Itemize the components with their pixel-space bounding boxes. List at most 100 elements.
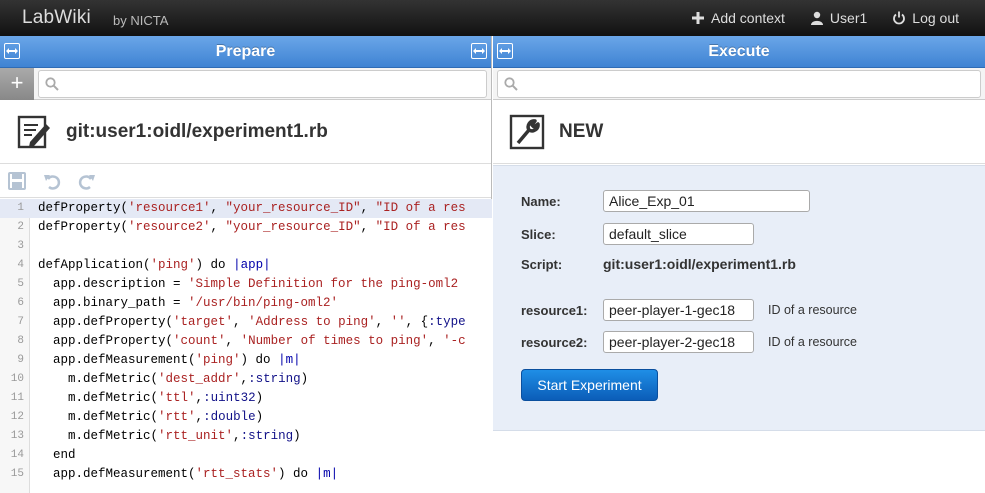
code-text: m.defMetric('dest_addr',:string) xyxy=(38,372,309,386)
code-text: defApplication('ping') do |app| xyxy=(38,258,271,272)
prepare-search-input[interactable] xyxy=(39,71,486,97)
line-number: 5 xyxy=(17,278,24,290)
code-text: defProperty('resource2', "your_resource_… xyxy=(38,220,466,234)
line-number: 11 xyxy=(10,392,24,404)
code-line[interactable]: 12 m.defMetric('rtt',:double) xyxy=(0,408,492,427)
code-text: app.description = 'Simple Definition for… xyxy=(38,277,459,291)
line-number: 7 xyxy=(17,316,24,328)
name-label: Name: xyxy=(521,193,561,209)
power-icon xyxy=(893,11,906,25)
line-number: 4 xyxy=(17,259,24,271)
resource2-label: resource2: xyxy=(521,334,588,350)
logout-link[interactable]: Log out xyxy=(892,10,959,26)
execute-search-row xyxy=(493,68,985,100)
save-icon[interactable] xyxy=(8,171,26,190)
undo-icon[interactable] xyxy=(43,172,61,190)
code-text: m.defMetric('ttl',:uint32) xyxy=(38,391,264,405)
code-line[interactable]: 11 m.defMetric('ttl',:uint32) xyxy=(0,389,492,408)
top-navbar: LabWiki by NICTA Add context User1 Log o… xyxy=(0,0,985,36)
code-line[interactable]: 10 m.defMetric('dest_addr',:string) xyxy=(0,370,492,389)
search-icon xyxy=(504,77,518,91)
execute-title-row: NEW xyxy=(493,100,985,164)
line-number: 15 xyxy=(10,468,24,480)
line-number: 12 xyxy=(10,411,24,423)
execute-panel: Execute NEW Name: Alice_Exp_01 Slice: de… xyxy=(493,36,985,493)
expand-left-button[interactable] xyxy=(497,43,513,59)
search-icon xyxy=(45,77,59,91)
code-text: app.defMeasurement('rtt_stats') do |m| xyxy=(38,467,339,481)
user-label: User1 xyxy=(829,10,868,26)
slice-row: Slice: default_slice xyxy=(521,223,754,245)
resource1-hint: ID of a resource xyxy=(768,303,857,317)
plus-icon xyxy=(691,12,704,24)
execute-search-box[interactable] xyxy=(497,70,981,98)
code-line[interactable]: 15 app.defMeasurement('rtt_stats') do |m… xyxy=(0,465,492,484)
line-number: 6 xyxy=(17,297,24,309)
code-line[interactable]: 14 end xyxy=(0,446,492,465)
expand-right-button[interactable] xyxy=(471,43,487,59)
script-value: git:user1:oidl/experiment1.rb xyxy=(603,256,796,272)
prepare-search-row: + xyxy=(0,68,491,100)
code-line[interactable]: 4 defApplication('ping') do |app| xyxy=(0,256,492,275)
edit-document-icon xyxy=(17,115,50,148)
code-line[interactable]: 2 defProperty('resource2', "your_resource… xyxy=(0,218,492,237)
user-menu-link[interactable]: User1 xyxy=(810,10,867,26)
code-line[interactable]: 6 app.binary_path = '/usr/bin/ping-oml2' xyxy=(0,294,492,313)
logout-label: Log out xyxy=(912,10,959,26)
execute-title: Execute xyxy=(708,43,770,60)
expand-arrows-icon xyxy=(499,48,511,54)
line-number: 14 xyxy=(10,449,24,461)
code-line[interactable]: 3 xyxy=(0,237,492,256)
line-number: 1 xyxy=(17,202,24,214)
line-number: 13 xyxy=(10,430,24,442)
code-text: m.defMetric('rtt_unit',:string) xyxy=(38,429,301,443)
prepare-title-row: git:user1:oidl/experiment1.rb xyxy=(0,100,491,164)
script-row: Script: git:user1:oidl/experiment1.rb xyxy=(521,256,796,272)
code-line[interactable]: 7 app.defProperty('target', 'Address to … xyxy=(0,313,492,332)
user-icon xyxy=(810,11,823,25)
experiment-form: Name: Alice_Exp_01 Slice: default_slice … xyxy=(493,165,985,431)
add-context-link[interactable]: Add context xyxy=(691,10,785,26)
code-editor[interactable]: 1 defProperty('resource1', "your_resource… xyxy=(0,199,492,493)
prepare-search-box[interactable] xyxy=(38,70,487,98)
code-line[interactable]: 1 defProperty('resource1', "your_resource… xyxy=(0,199,492,218)
wrench-icon xyxy=(509,114,545,149)
add-button[interactable]: + xyxy=(0,68,34,100)
add-context-label: Add context xyxy=(710,10,785,26)
code-text: app.defMeasurement('ping') do |m| xyxy=(38,353,301,367)
execute-search-input[interactable] xyxy=(498,71,980,97)
line-number: 10 xyxy=(10,373,24,385)
code-line[interactable]: 9 app.defMeasurement('ping') do |m| xyxy=(0,351,492,370)
code-line[interactable]: 8 app.defProperty('count', 'Number of ti… xyxy=(0,332,492,351)
slice-label: Slice: xyxy=(521,226,556,242)
resource1-label: resource1: xyxy=(521,302,588,318)
code-line[interactable]: 13 m.defMetric('rtt_unit',:string) xyxy=(0,427,492,446)
resource2-input[interactable]: peer-player-2-gec18 xyxy=(603,331,754,353)
resource1-input[interactable]: peer-player-1-gec18 xyxy=(603,299,754,321)
code-text: end xyxy=(38,448,76,462)
code-text: app.defProperty('target', 'Address to pi… xyxy=(38,315,466,329)
expand-left-button[interactable] xyxy=(4,43,20,59)
code-text: m.defMetric('rtt',:double) xyxy=(38,410,264,424)
code-text: app.binary_path = '/usr/bin/ping-oml2' xyxy=(38,296,339,310)
start-experiment-button[interactable]: Start Experiment xyxy=(521,369,658,401)
editor-toolbar xyxy=(0,164,491,198)
line-number: 3 xyxy=(17,240,24,252)
name-input[interactable]: Alice_Exp_01 xyxy=(603,190,810,212)
line-number: 2 xyxy=(17,221,24,233)
execute-header: Execute xyxy=(493,36,985,68)
brand-logo[interactable]: LabWiki xyxy=(22,7,91,29)
brand-byline: by NICTA xyxy=(112,12,169,28)
code-line[interactable]: 5 app.description = 'Simple Definition f… xyxy=(0,275,492,294)
line-number: 9 xyxy=(17,354,24,366)
slice-input[interactable]: default_slice xyxy=(603,223,754,245)
prepare-title: Prepare xyxy=(215,43,276,60)
resource1-row: resource1: peer-player-1-gec18 ID of a r… xyxy=(521,299,857,321)
resource2-row: resource2: peer-player-2-gec18 ID of a r… xyxy=(521,331,857,353)
resource2-hint: ID of a resource xyxy=(768,335,857,349)
line-number: 8 xyxy=(17,335,24,347)
expand-arrows-icon xyxy=(473,48,485,54)
redo-icon[interactable] xyxy=(78,172,96,190)
prepare-header: Prepare xyxy=(0,36,491,68)
execute-experiment-title: NEW xyxy=(559,120,604,142)
